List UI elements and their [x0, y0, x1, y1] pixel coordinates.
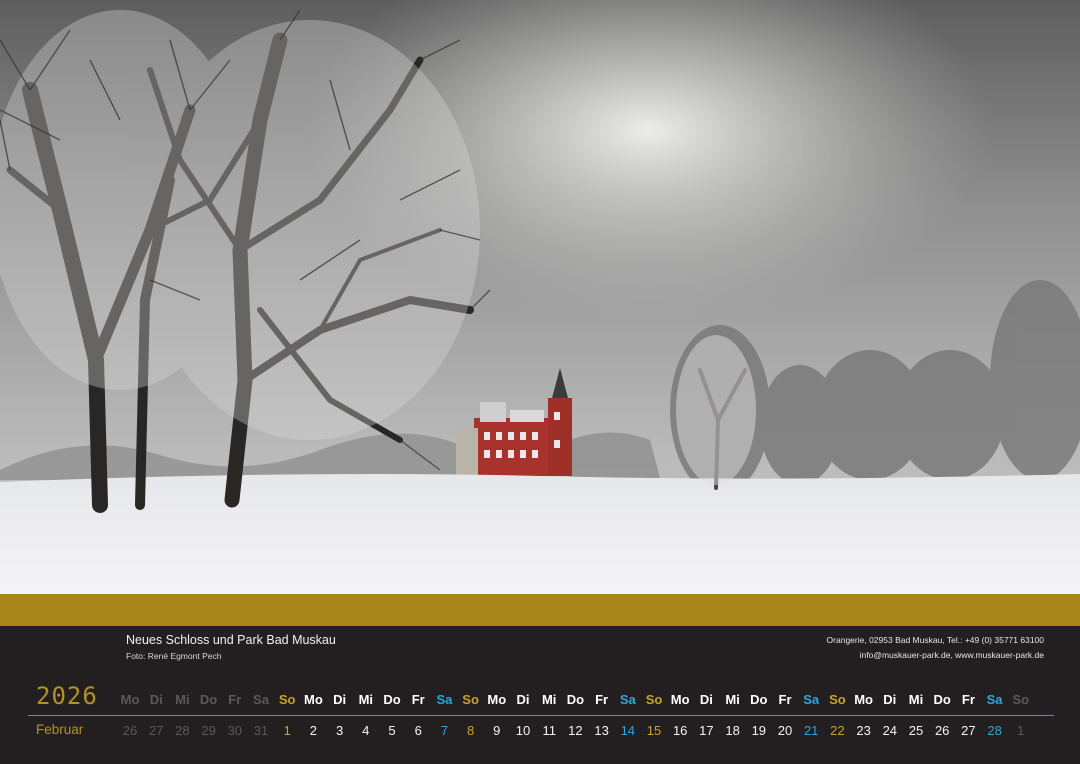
date-number: 23 — [856, 723, 871, 738]
weekday-label: Mi — [358, 692, 374, 707]
date-number: 19 — [751, 723, 767, 738]
weekday-label: Mi — [725, 692, 740, 707]
date-number: 27 — [148, 723, 164, 738]
date-number: 1 — [1017, 723, 1025, 738]
date-number: 2 — [309, 723, 317, 738]
weekday-label: Sa — [253, 692, 269, 707]
weekday-label: Sa — [803, 692, 820, 707]
weekday-label: Fr — [595, 692, 609, 707]
date-number: 28 — [175, 723, 190, 738]
date-number: 30 — [227, 723, 243, 738]
weekday-label: Sa — [619, 692, 636, 707]
weekday-label: Do — [383, 692, 401, 707]
date-number: 31 — [253, 723, 269, 738]
date-number: 12 — [568, 723, 583, 738]
date-number: 27 — [961, 723, 976, 738]
weekday-label: Do — [566, 692, 585, 707]
weekday-label: Mi — [908, 692, 924, 707]
weekday-label: So — [462, 692, 479, 707]
date-number: 22 — [830, 723, 845, 738]
date-number: 11 — [542, 723, 556, 738]
calendar-divider — [28, 715, 1054, 716]
weekday-label: So — [1012, 692, 1030, 707]
date-number: 24 — [882, 723, 898, 738]
weekday-label: Fr — [961, 692, 975, 707]
date-number: 5 — [388, 723, 396, 738]
calendar-year: 2026 — [36, 682, 98, 710]
weekday-label: Sa — [986, 692, 1003, 707]
date-number: 29 — [201, 723, 216, 738]
weekday-label: Fr — [778, 692, 792, 707]
date-number: 26 — [934, 723, 950, 738]
date-number: 3 — [335, 723, 344, 738]
weekday-label: So — [829, 692, 846, 707]
weekday-label: Mi — [541, 692, 557, 707]
date-number: 6 — [414, 723, 422, 738]
date-number: 7 — [440, 723, 448, 738]
winter-park-photo — [0, 0, 1080, 594]
date-number: 15 — [646, 723, 662, 738]
date-number: 26 — [122, 723, 138, 738]
weekday-label: Mo — [120, 692, 140, 707]
weekday-label: So — [278, 692, 296, 707]
weekday-label: Fr — [411, 692, 425, 707]
photo-credit: Foto: René Egmont Pech — [126, 651, 222, 661]
date-number: 14 — [620, 723, 636, 738]
weekday-label: Mo — [487, 692, 507, 707]
date-number: 8 — [466, 723, 475, 738]
photo-caption-title: Neues Schloss und Park Bad Muskau — [126, 633, 336, 647]
contact-address: Orangerie, 02953 Bad Muskau, Tel.: +49 (… — [826, 635, 1044, 645]
gold-band — [0, 594, 1080, 626]
contact-web: info@muskauer-park.de, www.muskauer-park… — [859, 650, 1044, 660]
weekday-label: Do — [750, 692, 768, 707]
weekday-label: Fr — [228, 692, 242, 707]
date-number: 20 — [777, 723, 793, 738]
calendar-footer: Neues Schloss und Park Bad Muskau Foto: … — [0, 626, 1080, 764]
date-number: 18 — [725, 723, 740, 738]
date-number: 1 — [283, 723, 291, 738]
date-number: 28 — [987, 723, 1002, 738]
weekday-label: Mo — [670, 692, 690, 707]
weekday-label: Di — [149, 692, 163, 707]
weekday-label: Sa — [436, 692, 453, 707]
calendar-month: Februar — [36, 722, 84, 737]
weekday-label: Do — [199, 692, 218, 707]
weekday-label: Mi — [175, 692, 190, 707]
date-number: 9 — [493, 723, 501, 738]
date-number: 4 — [362, 723, 370, 738]
weekday-label: Di — [333, 692, 347, 707]
date-number: 13 — [594, 723, 609, 738]
weekday-label: So — [645, 692, 663, 707]
weekday-label: Di — [516, 692, 530, 707]
date-number: 16 — [672, 723, 688, 738]
weekday-label: Do — [933, 692, 951, 707]
date-number: 21 — [803, 723, 819, 738]
date-number: 25 — [908, 723, 924, 738]
date-number: 10 — [515, 723, 531, 738]
weekday-label: Di — [883, 692, 897, 707]
weekday-label: Mo — [304, 692, 323, 707]
date-number: 17 — [699, 723, 714, 738]
weekday-label: Mo — [854, 692, 873, 707]
weekday-label: Di — [699, 692, 713, 707]
